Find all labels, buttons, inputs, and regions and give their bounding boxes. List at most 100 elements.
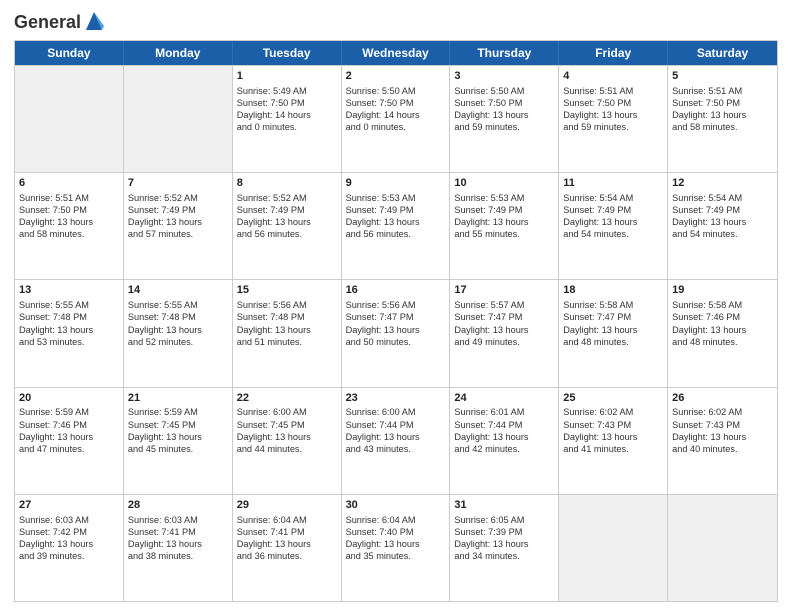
day-number: 20 — [19, 391, 119, 406]
calendar-cell: 14Sunrise: 5:55 AM Sunset: 7:48 PM Dayli… — [124, 280, 233, 386]
cell-info: Sunrise: 5:51 AM Sunset: 7:50 PM Dayligh… — [672, 85, 773, 134]
calendar-cell: 19Sunrise: 5:58 AM Sunset: 7:46 PM Dayli… — [668, 280, 777, 386]
day-number: 24 — [454, 391, 554, 406]
day-number: 2 — [346, 69, 446, 84]
calendar-cell: 16Sunrise: 5:56 AM Sunset: 7:47 PM Dayli… — [342, 280, 451, 386]
calendar-cell: 4Sunrise: 5:51 AM Sunset: 7:50 PM Daylig… — [559, 66, 668, 172]
week-row-3: 13Sunrise: 5:55 AM Sunset: 7:48 PM Dayli… — [15, 279, 777, 386]
day-number: 7 — [128, 176, 228, 191]
cell-info: Sunrise: 5:55 AM Sunset: 7:48 PM Dayligh… — [19, 299, 119, 348]
page: General SundayMondayTuesdayWednesdayThur… — [0, 0, 792, 612]
cell-info: Sunrise: 6:00 AM Sunset: 7:44 PM Dayligh… — [346, 406, 446, 455]
cell-info: Sunrise: 6:00 AM Sunset: 7:45 PM Dayligh… — [237, 406, 337, 455]
day-number: 6 — [19, 176, 119, 191]
calendar-cell: 17Sunrise: 5:57 AM Sunset: 7:47 PM Dayli… — [450, 280, 559, 386]
calendar-cell: 8Sunrise: 5:52 AM Sunset: 7:49 PM Daylig… — [233, 173, 342, 279]
logo-icon — [84, 10, 104, 34]
cell-info: Sunrise: 6:01 AM Sunset: 7:44 PM Dayligh… — [454, 406, 554, 455]
calendar-cell: 30Sunrise: 6:04 AM Sunset: 7:40 PM Dayli… — [342, 495, 451, 601]
day-number: 17 — [454, 283, 554, 298]
cell-info: Sunrise: 5:56 AM Sunset: 7:47 PM Dayligh… — [346, 299, 446, 348]
cell-info: Sunrise: 5:58 AM Sunset: 7:46 PM Dayligh… — [672, 299, 773, 348]
calendar-cell: 15Sunrise: 5:56 AM Sunset: 7:48 PM Dayli… — [233, 280, 342, 386]
day-number: 26 — [672, 391, 773, 406]
cell-info: Sunrise: 5:51 AM Sunset: 7:50 PM Dayligh… — [563, 85, 663, 134]
cell-info: Sunrise: 6:04 AM Sunset: 7:41 PM Dayligh… — [237, 514, 337, 563]
calendar-cell: 9Sunrise: 5:53 AM Sunset: 7:49 PM Daylig… — [342, 173, 451, 279]
calendar-cell: 18Sunrise: 5:58 AM Sunset: 7:47 PM Dayli… — [559, 280, 668, 386]
cell-info: Sunrise: 5:56 AM Sunset: 7:48 PM Dayligh… — [237, 299, 337, 348]
calendar-cell: 21Sunrise: 5:59 AM Sunset: 7:45 PM Dayli… — [124, 388, 233, 494]
day-number: 3 — [454, 69, 554, 84]
cell-info: Sunrise: 6:02 AM Sunset: 7:43 PM Dayligh… — [672, 406, 773, 455]
week-row-2: 6Sunrise: 5:51 AM Sunset: 7:50 PM Daylig… — [15, 172, 777, 279]
day-number: 16 — [346, 283, 446, 298]
calendar-cell — [668, 495, 777, 601]
calendar-cell: 12Sunrise: 5:54 AM Sunset: 7:49 PM Dayli… — [668, 173, 777, 279]
week-row-4: 20Sunrise: 5:59 AM Sunset: 7:46 PM Dayli… — [15, 387, 777, 494]
calendar-cell: 11Sunrise: 5:54 AM Sunset: 7:49 PM Dayli… — [559, 173, 668, 279]
day-of-week-friday: Friday — [559, 41, 668, 65]
day-number: 23 — [346, 391, 446, 406]
calendar-header: SundayMondayTuesdayWednesdayThursdayFrid… — [15, 41, 777, 65]
day-number: 9 — [346, 176, 446, 191]
calendar-cell: 2Sunrise: 5:50 AM Sunset: 7:50 PM Daylig… — [342, 66, 451, 172]
day-number: 11 — [563, 176, 663, 191]
cell-info: Sunrise: 5:54 AM Sunset: 7:49 PM Dayligh… — [563, 192, 663, 241]
cell-info: Sunrise: 5:59 AM Sunset: 7:46 PM Dayligh… — [19, 406, 119, 455]
day-of-week-wednesday: Wednesday — [342, 41, 451, 65]
day-of-week-sunday: Sunday — [15, 41, 124, 65]
calendar-cell — [15, 66, 124, 172]
day-number: 27 — [19, 498, 119, 513]
logo: General — [14, 10, 105, 34]
calendar-body: 1Sunrise: 5:49 AM Sunset: 7:50 PM Daylig… — [15, 65, 777, 601]
week-row-1: 1Sunrise: 5:49 AM Sunset: 7:50 PM Daylig… — [15, 65, 777, 172]
day-number: 25 — [563, 391, 663, 406]
cell-info: Sunrise: 5:53 AM Sunset: 7:49 PM Dayligh… — [454, 192, 554, 241]
cell-info: Sunrise: 5:50 AM Sunset: 7:50 PM Dayligh… — [454, 85, 554, 134]
calendar: SundayMondayTuesdayWednesdayThursdayFrid… — [14, 40, 778, 602]
calendar-cell: 7Sunrise: 5:52 AM Sunset: 7:49 PM Daylig… — [124, 173, 233, 279]
day-number: 12 — [672, 176, 773, 191]
cell-info: Sunrise: 6:05 AM Sunset: 7:39 PM Dayligh… — [454, 514, 554, 563]
calendar-cell: 13Sunrise: 5:55 AM Sunset: 7:48 PM Dayli… — [15, 280, 124, 386]
calendar-cell: 24Sunrise: 6:01 AM Sunset: 7:44 PM Dayli… — [450, 388, 559, 494]
cell-info: Sunrise: 5:52 AM Sunset: 7:49 PM Dayligh… — [237, 192, 337, 241]
cell-info: Sunrise: 6:04 AM Sunset: 7:40 PM Dayligh… — [346, 514, 446, 563]
calendar-cell: 23Sunrise: 6:00 AM Sunset: 7:44 PM Dayli… — [342, 388, 451, 494]
cell-info: Sunrise: 5:49 AM Sunset: 7:50 PM Dayligh… — [237, 85, 337, 134]
cell-info: Sunrise: 5:57 AM Sunset: 7:47 PM Dayligh… — [454, 299, 554, 348]
calendar-cell: 3Sunrise: 5:50 AM Sunset: 7:50 PM Daylig… — [450, 66, 559, 172]
cell-info: Sunrise: 6:02 AM Sunset: 7:43 PM Dayligh… — [563, 406, 663, 455]
day-number: 5 — [672, 69, 773, 84]
calendar-cell: 25Sunrise: 6:02 AM Sunset: 7:43 PM Dayli… — [559, 388, 668, 494]
cell-info: Sunrise: 5:52 AM Sunset: 7:49 PM Dayligh… — [128, 192, 228, 241]
calendar-cell: 27Sunrise: 6:03 AM Sunset: 7:42 PM Dayli… — [15, 495, 124, 601]
calendar-cell: 28Sunrise: 6:03 AM Sunset: 7:41 PM Dayli… — [124, 495, 233, 601]
calendar-cell: 22Sunrise: 6:00 AM Sunset: 7:45 PM Dayli… — [233, 388, 342, 494]
calendar-cell: 26Sunrise: 6:02 AM Sunset: 7:43 PM Dayli… — [668, 388, 777, 494]
cell-info: Sunrise: 5:53 AM Sunset: 7:49 PM Dayligh… — [346, 192, 446, 241]
day-number: 30 — [346, 498, 446, 513]
calendar-cell: 20Sunrise: 5:59 AM Sunset: 7:46 PM Dayli… — [15, 388, 124, 494]
calendar-cell: 6Sunrise: 5:51 AM Sunset: 7:50 PM Daylig… — [15, 173, 124, 279]
day-number: 1 — [237, 69, 337, 84]
day-of-week-saturday: Saturday — [668, 41, 777, 65]
day-number: 8 — [237, 176, 337, 191]
calendar-cell: 5Sunrise: 5:51 AM Sunset: 7:50 PM Daylig… — [668, 66, 777, 172]
calendar-cell — [124, 66, 233, 172]
day-number: 28 — [128, 498, 228, 513]
calendar-cell: 29Sunrise: 6:04 AM Sunset: 7:41 PM Dayli… — [233, 495, 342, 601]
calendar-cell: 1Sunrise: 5:49 AM Sunset: 7:50 PM Daylig… — [233, 66, 342, 172]
logo-general-text: General — [14, 12, 81, 33]
day-of-week-thursday: Thursday — [450, 41, 559, 65]
calendar-cell — [559, 495, 668, 601]
calendar-cell: 31Sunrise: 6:05 AM Sunset: 7:39 PM Dayli… — [450, 495, 559, 601]
day-number: 4 — [563, 69, 663, 84]
week-row-5: 27Sunrise: 6:03 AM Sunset: 7:42 PM Dayli… — [15, 494, 777, 601]
cell-info: Sunrise: 6:03 AM Sunset: 7:42 PM Dayligh… — [19, 514, 119, 563]
day-number: 14 — [128, 283, 228, 298]
day-number: 22 — [237, 391, 337, 406]
calendar-cell: 10Sunrise: 5:53 AM Sunset: 7:49 PM Dayli… — [450, 173, 559, 279]
day-of-week-monday: Monday — [124, 41, 233, 65]
